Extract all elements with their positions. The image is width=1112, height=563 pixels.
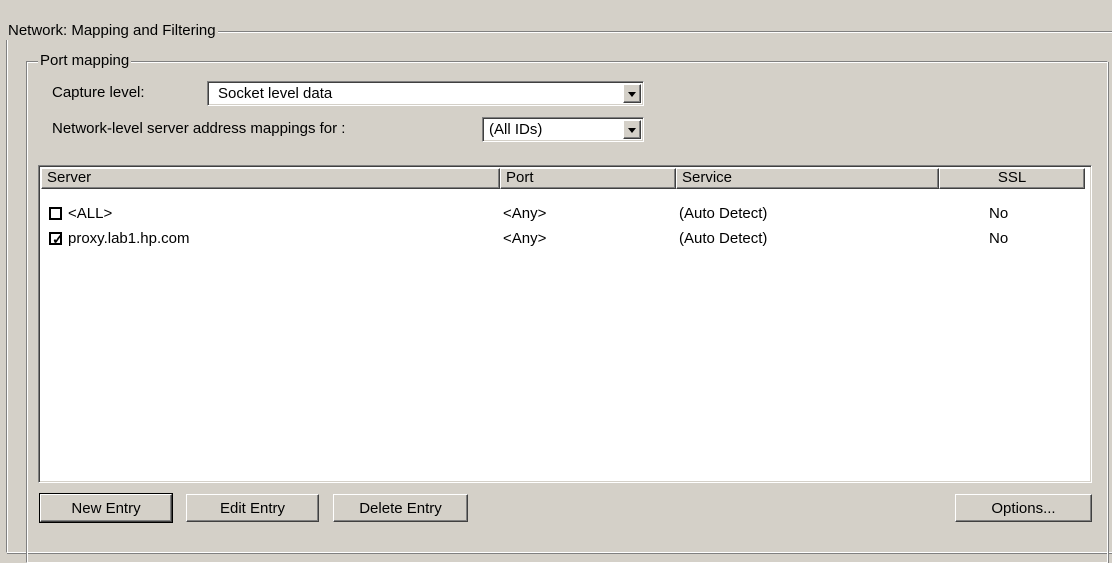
column-header-service[interactable]: Service xyxy=(676,168,939,189)
column-header-server[interactable]: Server xyxy=(41,168,500,189)
capture-level-select[interactable]: Socket level data xyxy=(207,81,644,106)
row-port: <Any> xyxy=(503,230,547,247)
capture-level-label: Capture level: xyxy=(52,84,145,101)
port-mapping-table[interactable]: Server Port Service SSL <ALL> <Any> (Aut… xyxy=(38,165,1092,483)
row-ssl: No xyxy=(989,230,1009,247)
edit-entry-button[interactable]: Edit Entry xyxy=(186,494,319,522)
address-mappings-value: (All IDs) xyxy=(489,121,543,138)
row-checkbox-checked[interactable]: ✓ xyxy=(49,231,64,247)
column-header-port[interactable]: Port xyxy=(500,168,676,189)
address-mappings-dropdown-button[interactable] xyxy=(623,120,641,139)
capture-level-dropdown-button[interactable] xyxy=(623,84,641,103)
row-service: (Auto Detect) xyxy=(679,205,768,222)
table-row[interactable]: <ALL> <Any> (Auto Detect) No xyxy=(41,202,1085,226)
port-mapping-title: Port mapping xyxy=(38,52,132,70)
row-checkbox[interactable] xyxy=(49,207,62,220)
address-mappings-select[interactable]: (All IDs) xyxy=(482,117,644,142)
row-server: <ALL> xyxy=(68,205,113,222)
network-mapping-title: Network: Mapping and Filtering xyxy=(6,22,218,40)
table-row[interactable]: ✓ proxy.lab1.hp.com <Any> (Auto Detect) … xyxy=(41,227,1085,251)
new-entry-button[interactable]: New Entry xyxy=(39,493,173,523)
checkmark-icon: ✓ xyxy=(52,231,64,247)
capture-level-value: Socket level data xyxy=(218,85,333,102)
row-server: proxy.lab1.hp.com xyxy=(68,230,190,247)
options-button[interactable]: Options... xyxy=(955,494,1092,522)
delete-entry-button[interactable]: Delete Entry xyxy=(333,494,468,522)
row-service: (Auto Detect) xyxy=(679,230,768,247)
chevron-down-icon xyxy=(628,92,636,97)
row-port: <Any> xyxy=(503,205,547,222)
row-ssl: No xyxy=(989,205,1009,222)
column-header-ssl[interactable]: SSL xyxy=(939,168,1085,189)
address-mappings-label: Network-level server address mappings fo… xyxy=(52,120,346,137)
chevron-down-icon xyxy=(628,128,636,133)
